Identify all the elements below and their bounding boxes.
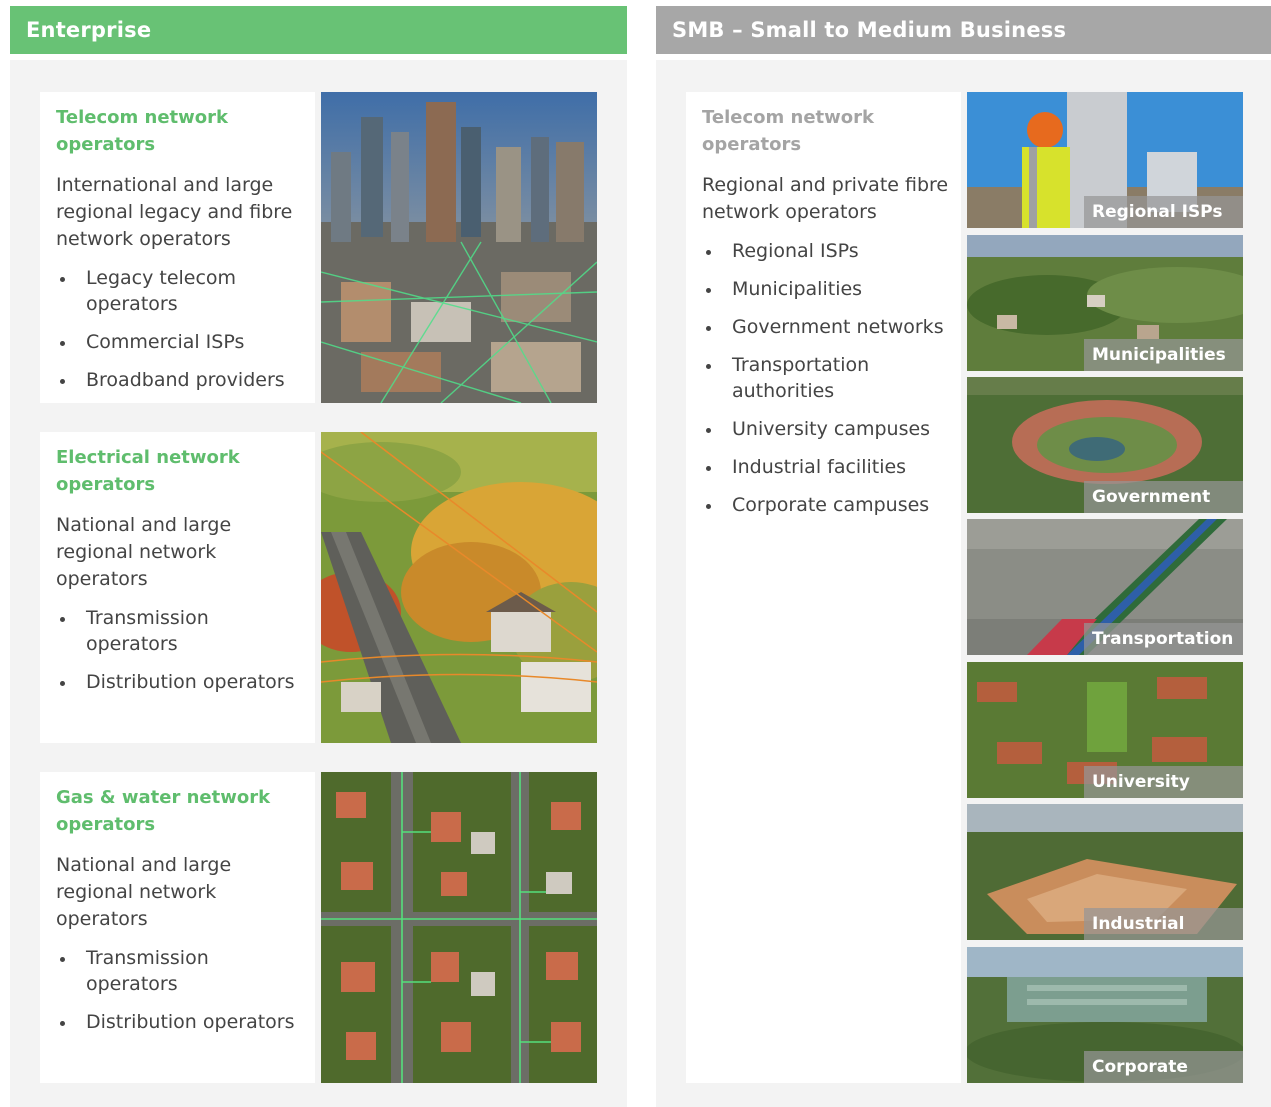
card-title: Telecom network operators	[56, 107, 229, 155]
enterprise-card-gas-water: Gas & water network operators National a…	[40, 772, 315, 1083]
list-item: University campuses	[702, 416, 951, 442]
bullet-list: Transmission operators Distribution oper…	[56, 945, 305, 1035]
enterprise-card-telecom: Telecom network operators International …	[40, 92, 315, 403]
thumb-label: Corporate	[1084, 1051, 1243, 1083]
thumb-industrial: Industrial	[967, 804, 1243, 940]
thumb-regional-isps: Regional ISPs	[967, 92, 1243, 228]
list-item: Distribution operators	[56, 1009, 305, 1035]
card-description: National and large regional network oper…	[56, 854, 232, 930]
bullet-list: Transmission operators Distribution oper…	[56, 605, 305, 695]
thumb-label: Transportation	[1084, 623, 1243, 655]
list-item: Commercial ISPs	[56, 329, 305, 355]
list-item: Transmission operators	[56, 605, 305, 657]
list-item: Legacy telecom operators	[56, 265, 305, 317]
card-title: Telecom network operators	[702, 107, 875, 155]
list-item: Municipalities	[702, 276, 951, 302]
list-item: Broadband providers	[56, 367, 305, 393]
list-item: Industrial facilities	[702, 454, 951, 480]
card-title: Electrical network operators	[56, 447, 240, 495]
thumb-label: Government	[1084, 481, 1243, 513]
list-item: Transportation authorities	[702, 352, 951, 404]
list-item: Corporate campuses	[702, 492, 951, 518]
bullet-list: Legacy telecom operators Commercial ISPs…	[56, 265, 305, 393]
list-item: Transmission operators	[56, 945, 305, 997]
list-item: Regional ISPs	[702, 238, 951, 264]
list-item: Government networks	[702, 314, 951, 340]
thumb-government: Government	[967, 377, 1243, 513]
thumb-corporate: Corporate	[967, 947, 1243, 1083]
thumb-municipalities: Municipalities	[967, 235, 1243, 371]
thumb-university: University	[967, 662, 1243, 798]
list-item: Distribution operators	[56, 669, 305, 695]
thumb-transportation: Transportation	[967, 519, 1243, 655]
smb-card-telecom: Telecom network operators Regional and p…	[686, 92, 961, 1083]
card-description: Regional and private fibre network opera…	[702, 174, 949, 223]
smb-header: SMB – Small to Medium Business	[656, 6, 1271, 54]
enterprise-header: Enterprise	[10, 6, 627, 54]
card-description: National and large regional network oper…	[56, 514, 232, 590]
thumb-label: Municipalities	[1084, 339, 1243, 371]
city-photo	[321, 92, 597, 403]
thumb-label: University	[1084, 766, 1243, 798]
thumb-label: Industrial	[1084, 908, 1243, 940]
bullet-list: Regional ISPs Municipalities Government …	[702, 238, 951, 518]
suburb-aerial-photo	[321, 772, 597, 1083]
thumb-label: Regional ISPs	[1084, 196, 1243, 228]
card-title: Gas & water network operators	[56, 787, 271, 835]
card-description: International and large regional legacy …	[56, 174, 293, 250]
rural-road-photo	[321, 432, 597, 743]
enterprise-card-electrical: Electrical network operators National an…	[40, 432, 315, 743]
